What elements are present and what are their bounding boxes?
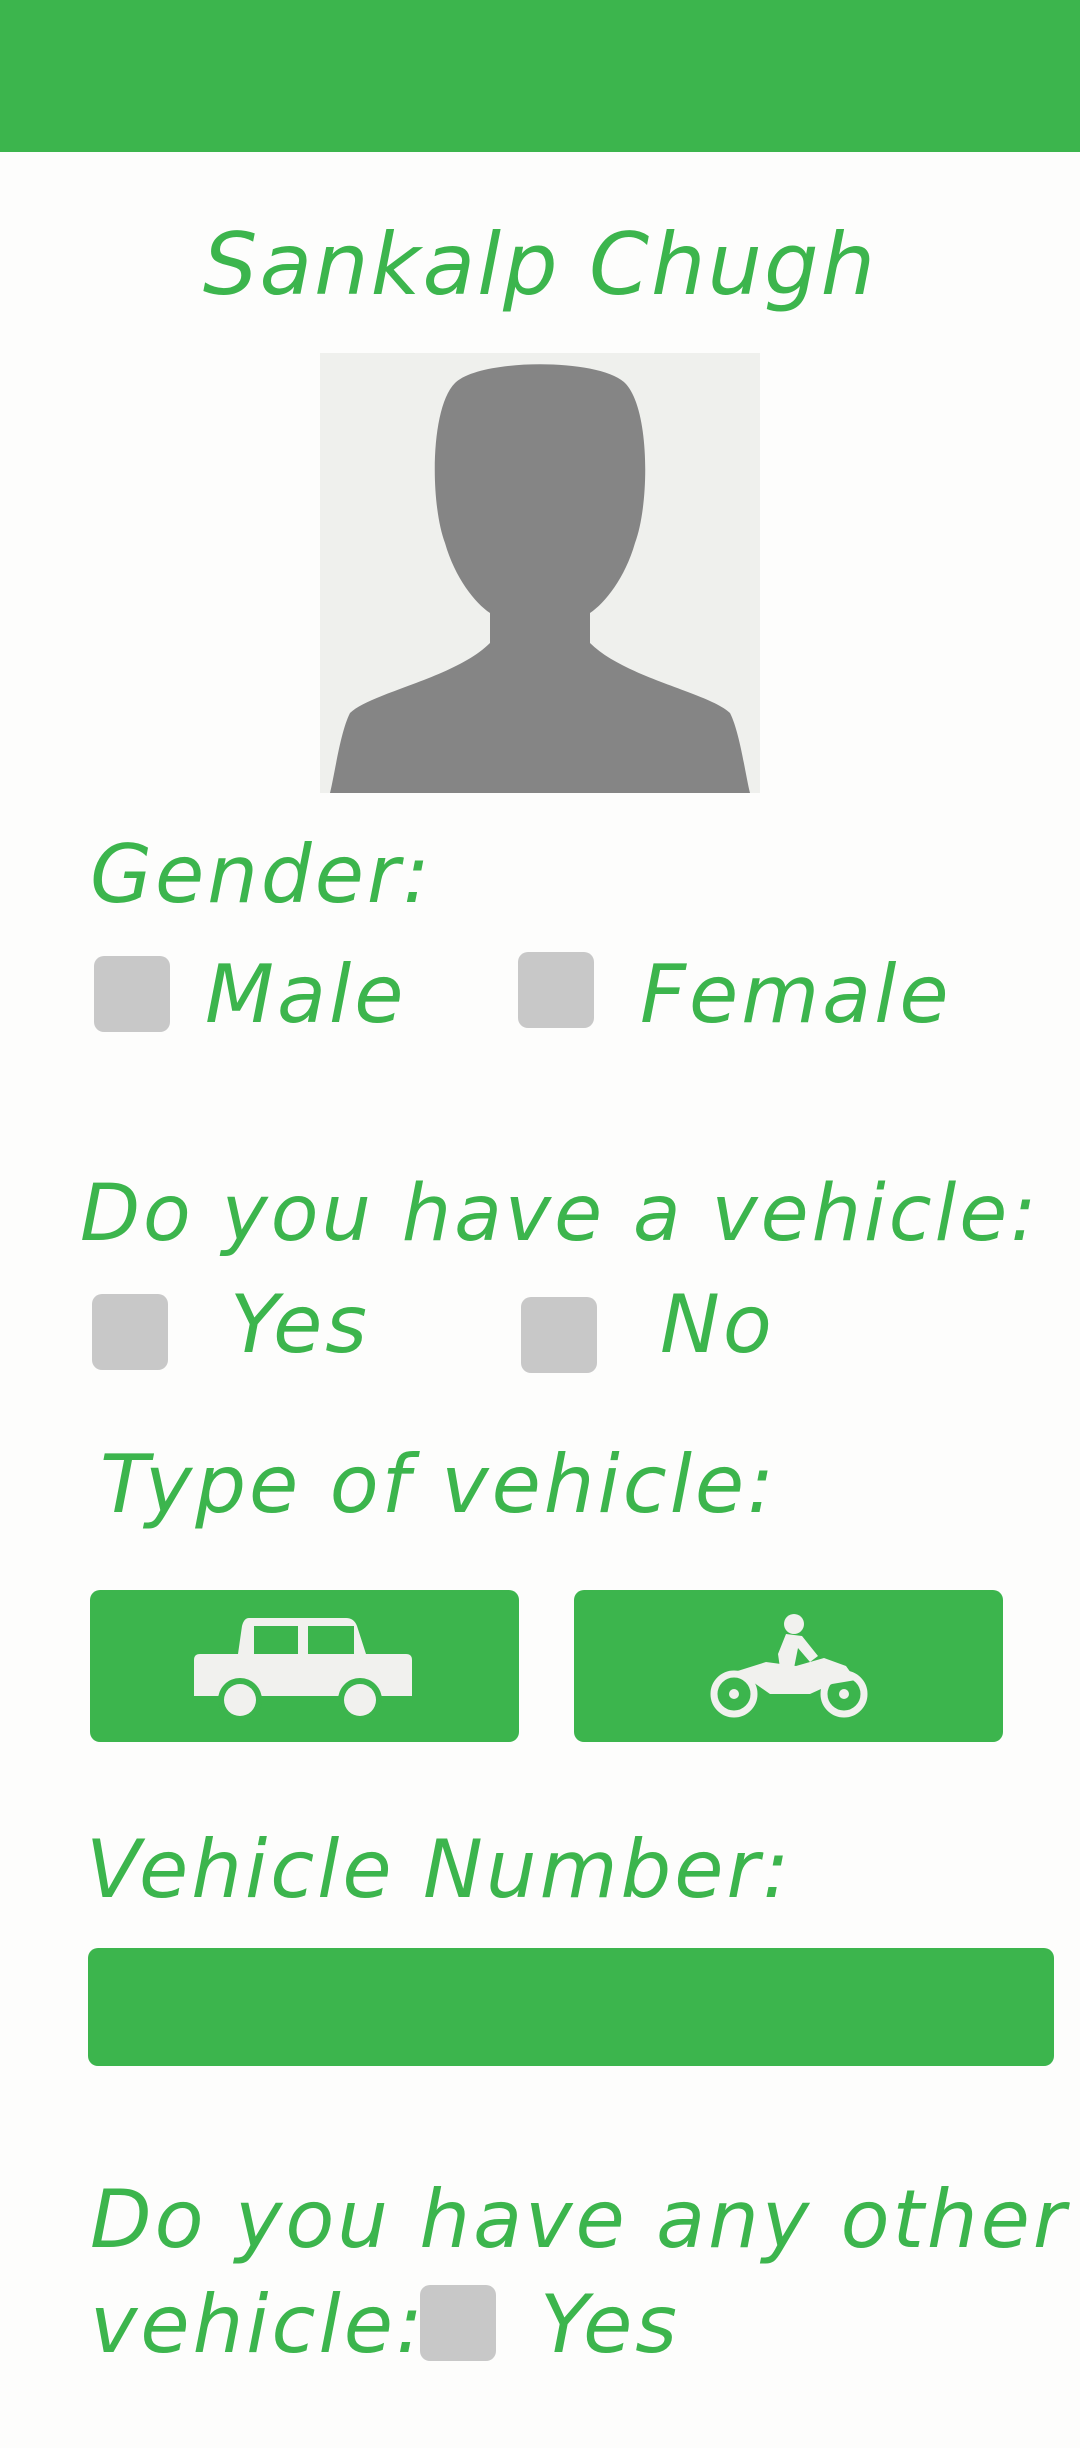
other-vehicle-yes-checkbox[interactable] [420, 2285, 496, 2361]
vehicle-number-input[interactable] [88, 1948, 1054, 2066]
vehicle-number-label: Vehicle Number: [86, 1823, 793, 1916]
car-icon [194, 1618, 412, 1720]
other-vehicle-label-line1: Do you have any other [90, 2173, 1069, 2266]
gender-label: Gender: [90, 828, 433, 921]
male-label: Male [205, 948, 407, 1041]
motorcycle-icon [710, 1614, 868, 1718]
avatar[interactable] [320, 353, 760, 793]
vehicle-question-label: Do you have a vehicle: [80, 1169, 1040, 1259]
car-button[interactable] [90, 1590, 519, 1742]
vehicle-yes-checkbox[interactable] [92, 1294, 168, 1370]
person-silhouette-icon [330, 364, 750, 793]
vehicle-no-label: No [660, 1278, 775, 1371]
vehicle-no-checkbox[interactable] [521, 1297, 597, 1373]
female-checkbox[interactable] [518, 952, 594, 1028]
vehicle-yes-label: Yes [230, 1278, 370, 1371]
other-vehicle-label-line2: vehicle: [90, 2278, 426, 2371]
motorcycle-button[interactable] [574, 1590, 1003, 1742]
other-vehicle-yes-label: Yes [540, 2278, 680, 2371]
female-label: Female [640, 948, 952, 1041]
male-checkbox[interactable] [94, 956, 170, 1032]
vehicle-type-label: Type of vehicle: [100, 1438, 778, 1531]
profile-name: Sankalp Chugh [202, 215, 878, 315]
top-app-bar [0, 0, 1080, 152]
